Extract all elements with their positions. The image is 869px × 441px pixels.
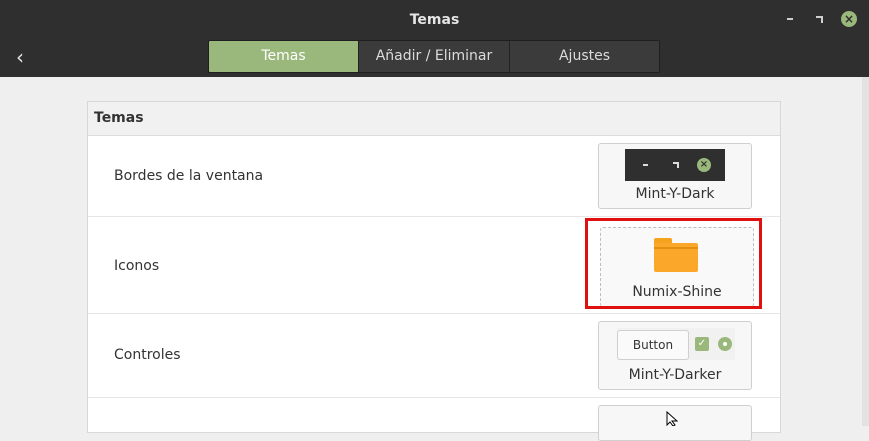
minimize-icon [787, 18, 793, 20]
row-label-icons: Iconos [114, 258, 160, 274]
row-label-window-borders: Bordes de la ventana [114, 168, 264, 184]
controls-theme-name: Mint-Y-Darker [628, 367, 722, 383]
controls-preview: Button ✓ [617, 328, 735, 360]
tab-bar: Temas Añadir / Eliminar Ajustes [208, 40, 660, 73]
minimize-button[interactable] [781, 10, 799, 28]
window-borders-theme-button[interactable]: × Mint-Y-Dark [598, 143, 752, 209]
highlight-box [585, 218, 762, 309]
controls-theme-button[interactable]: Button ✓ Mint-Y-Darker [598, 321, 752, 390]
maximize-button[interactable] [810, 10, 828, 28]
row-window-borders: Bordes de la ventana × Mint-Y-Dark [88, 136, 780, 217]
maximize-icon [673, 162, 679, 168]
window-borders-theme-name: Mint-Y-Dark [635, 186, 715, 202]
close-button[interactable]: × [840, 10, 858, 28]
panel-title: Temas [88, 102, 780, 136]
preview-button: Button [617, 330, 689, 360]
tab-ajustes[interactable]: Ajustes [510, 41, 659, 72]
mouse-cursor-icon [666, 411, 678, 426]
radio-icon [718, 337, 732, 351]
tab-anadir-eliminar[interactable]: Añadir / Eliminar [359, 41, 510, 72]
scrollbar[interactable] [862, 77, 869, 426]
close-icon: × [697, 158, 711, 172]
row-controls: Controles Button ✓ Mint-Y-Darker [88, 314, 780, 398]
close-icon: × [841, 11, 857, 27]
back-button[interactable]: ‹ [8, 44, 32, 70]
maximize-icon [815, 15, 823, 23]
window-title: Temas [409, 12, 460, 28]
row-label-controls: Controles [114, 347, 181, 363]
minimize-icon [643, 164, 648, 166]
tab-temas[interactable]: Temas [209, 41, 359, 72]
checkbox-icon: ✓ [695, 337, 709, 351]
chevron-left-icon: ‹ [16, 45, 24, 69]
window-borders-preview: × [625, 149, 725, 181]
header-bar: Temas ‹ × Temas Añadir / Eliminar Ajuste… [0, 0, 869, 77]
